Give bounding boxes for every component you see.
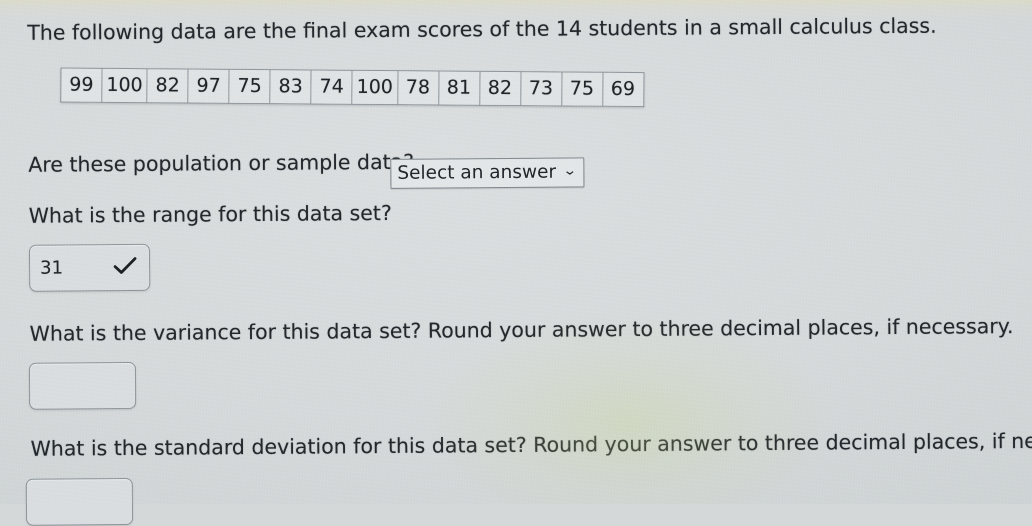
score-cell: 75: [561, 71, 603, 107]
variance-answer-value: [40, 386, 125, 387]
worksheet-content: The following data are the final exam sc…: [0, 0, 1032, 526]
range-answer-value: 31: [40, 257, 64, 279]
score-cell: 73: [520, 71, 562, 106]
score-cell: 97: [188, 69, 230, 104]
score-cell: 75: [229, 69, 271, 104]
score-cell: 99: [60, 68, 103, 103]
score-cell: 83: [270, 69, 312, 104]
score-cell: 100: [352, 70, 398, 105]
problem-intro-text: The following data are the final exam sc…: [27, 13, 937, 45]
range-question-prompt: What is the range for this data set?: [28, 200, 392, 228]
scores-data-table: 99 100 82 97 75 83 74 100 78 81 82 73 75…: [60, 68, 644, 108]
variance-question-prompt: What is the variance for this data set? …: [29, 314, 1014, 346]
score-cell: 82: [479, 71, 521, 106]
score-cell: 81: [438, 70, 480, 106]
population-or-sample-prompt: Are these population or sample data?: [28, 149, 415, 177]
standard-deviation-question-prompt: What is the standard deviation for this …: [30, 428, 1032, 461]
chevron-down-icon: ⌄: [562, 163, 577, 179]
variance-answer-input[interactable]: [28, 361, 137, 410]
check-icon: [113, 255, 137, 279]
score-cell: 100: [101, 68, 148, 103]
population-or-sample-select[interactable]: Select an answer ⌄: [390, 157, 585, 190]
score-cell: 69: [602, 72, 644, 107]
score-cell: 74: [311, 69, 353, 105]
score-cell: 82: [147, 68, 189, 104]
select-value-label: Select an answer: [397, 161, 557, 184]
table-row: 99 100 82 97 75 83 74 100 78 81 82 73 75…: [60, 68, 644, 107]
standard-deviation-answer-value: [37, 502, 122, 503]
range-answer-input[interactable]: 31: [28, 243, 151, 292]
score-cell: 78: [397, 70, 439, 105]
standard-deviation-answer-input[interactable]: [25, 477, 134, 526]
